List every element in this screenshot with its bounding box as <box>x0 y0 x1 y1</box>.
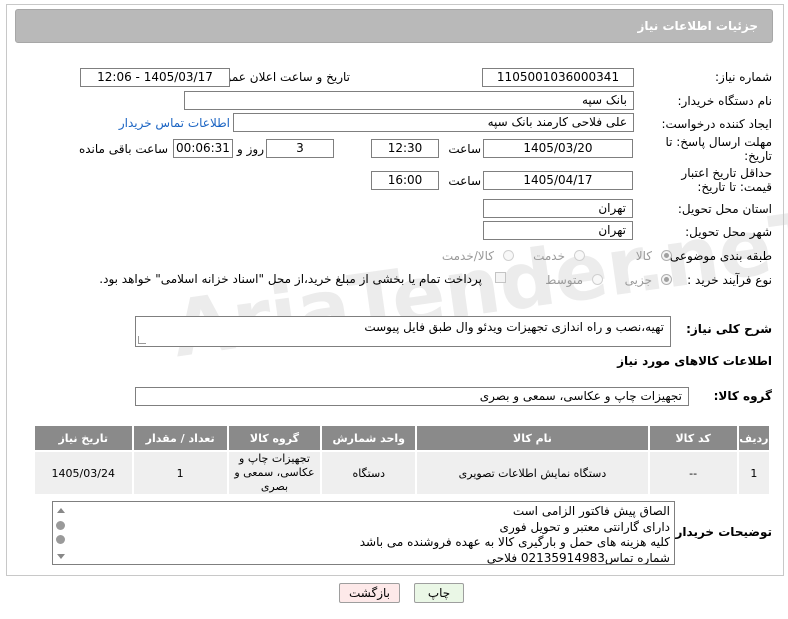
process-radio-medium[interactable] <box>592 274 603 285</box>
validity-date-field[interactable]: 1405/04/17 <box>483 171 633 190</box>
deadline-time-label: ساعت <box>448 142 481 156</box>
notes-scrollbar[interactable] <box>54 502 70 564</box>
description-label: شرح کلی نیاز: <box>686 322 772 336</box>
remaining-label: ساعت باقی مانده <box>78 142 168 156</box>
process-label: نوع فرآیند خرید : <box>687 273 772 287</box>
need-number-label: شماره نیاز: <box>715 70 772 84</box>
treasury-payment-note: پرداخت تمام یا بخشی از مبلغ خرید،از محل … <box>99 272 482 286</box>
scroll-up-icon[interactable] <box>57 508 65 513</box>
category-radio-both[interactable] <box>503 250 514 261</box>
scroll-thumb-icon[interactable] <box>56 535 65 544</box>
province-label: استان محل تحویل: <box>677 202 772 216</box>
print-button[interactable]: چاپ <box>414 583 464 603</box>
announce-datetime-field[interactable]: 1405/03/17 - 12:06 <box>80 68 230 87</box>
days-field[interactable]: 3 <box>266 139 334 158</box>
creator-label: ایجاد کننده درخواست: <box>661 117 772 131</box>
note-line: دارای گارانتی معتبر و تحویل فوری <box>499 519 670 534</box>
cell-unit: دستگاه <box>320 450 418 496</box>
cell-item-name: دستگاه نمایش اطلاعات تصویری <box>415 450 650 496</box>
goods-table-header: ردیف کد کالا نام کالا واحد شمارش گروه کا… <box>33 424 772 452</box>
category-radio-goods[interactable] <box>661 250 672 261</box>
panel-title: جزئیات اطلاعات نیاز <box>637 19 758 33</box>
col-need-date: تاریخ نیاز <box>33 424 134 452</box>
cell-row-number: 1 <box>736 450 772 496</box>
col-quantity: تعداد / مقدار <box>131 424 229 452</box>
treasury-payment-checkbox[interactable] <box>495 272 506 283</box>
process-radio-minor[interactable] <box>661 274 672 285</box>
days-label: روز و <box>237 142 264 156</box>
col-item-group: گروه کالا <box>226 424 323 452</box>
remaining-time-field[interactable]: 00:06:31 <box>173 139 233 158</box>
goods-group-label: گروه کالا: <box>713 389 772 403</box>
back-button[interactable]: بازگشت <box>339 583 400 603</box>
buyer-org-label: نام دستگاه خریدار: <box>677 94 773 108</box>
creator-field[interactable]: علی فلاحی کارمند بانک سپه <box>233 113 634 132</box>
note-line: کلیه هزینه های حمل و بارگیری کالا به عهد… <box>359 535 670 549</box>
city-label: شهر محل تحویل: <box>685 225 772 239</box>
cell-item-group: تجهیزات چاپ و عکاسی، سمعی و بصری <box>226 450 323 496</box>
process-option-minor: جزیی <box>624 273 652 287</box>
col-item-code: کد کالا <box>647 424 739 452</box>
goods-group-field[interactable]: تجهیزات چاپ و عکاسی، سمعی و بصری <box>135 387 689 406</box>
deadline-label: مهلت ارسال پاسخ: تا تاریخ: <box>665 135 772 163</box>
category-option-service: خدمت <box>533 249 565 263</box>
goods-table: ردیف کد کالا نام کالا واحد شمارش گروه کا… <box>33 424 772 496</box>
note-line: الصاق پیش فاکتور الزامی است <box>512 504 670 518</box>
validity-time-field[interactable]: 16:00 <box>371 171 439 190</box>
deadline-time-field[interactable]: 12:30 <box>371 139 439 158</box>
deadline-date-field[interactable]: 1405/03/20 <box>483 139 633 158</box>
category-radio-service[interactable] <box>574 250 585 261</box>
category-option-goods: کالا <box>635 249 652 263</box>
col-row-number: ردیف <box>736 424 772 452</box>
city-field[interactable]: تهران <box>483 221 633 240</box>
scroll-down-icon[interactable] <box>57 554 65 559</box>
table-row: 1 -- دستگاه نمایش اطلاعات تصویری دستگاه … <box>33 450 772 496</box>
buyer-notes-label: توضیحات خریدار: <box>670 525 772 539</box>
description-text: تهیه،نصب و راه اندازی تجهیزات ویدئو وال … <box>364 320 664 334</box>
buyer-org-field[interactable]: بانک سپه <box>184 91 634 110</box>
process-option-medium: متوسط <box>545 273 583 287</box>
panel-header: جزئیات اطلاعات نیاز <box>15 9 773 43</box>
cell-quantity: 1 <box>131 450 229 496</box>
cell-item-code: -- <box>647 450 739 496</box>
scroll-thumb-icon[interactable] <box>56 521 65 530</box>
note-line: شماره تماس02135914983 فلاحی <box>486 550 670 565</box>
category-label: طبقه بندی موضوعی: <box>665 249 772 263</box>
validity-label: حداقل تاریخ اعتبار قیمت: تا تاریخ: <box>681 166 772 194</box>
description-textarea[interactable]: تهیه،نصب و راه اندازی تجهیزات ویدئو وال … <box>135 316 671 347</box>
resize-handle-icon[interactable] <box>138 336 146 344</box>
need-number-field[interactable]: 1105001036000341 <box>482 68 634 87</box>
buyer-notes-box[interactable]: الصاق پیش فاکتور الزامی است دارای گارانت… <box>52 501 675 565</box>
col-item-name: نام کالا <box>415 424 650 452</box>
province-field[interactable]: تهران <box>483 199 633 218</box>
buyer-contact-link[interactable]: اطلاعات تماس خریدار <box>119 116 230 130</box>
col-unit: واحد شمارش <box>320 424 418 452</box>
category-option-both: کالا/خدمت <box>441 249 494 263</box>
cell-need-date: 1405/03/24 <box>33 450 134 496</box>
goods-section-title: اطلاعات کالاهای مورد نیاز <box>617 354 772 368</box>
validity-time-label: ساعت <box>448 174 481 188</box>
